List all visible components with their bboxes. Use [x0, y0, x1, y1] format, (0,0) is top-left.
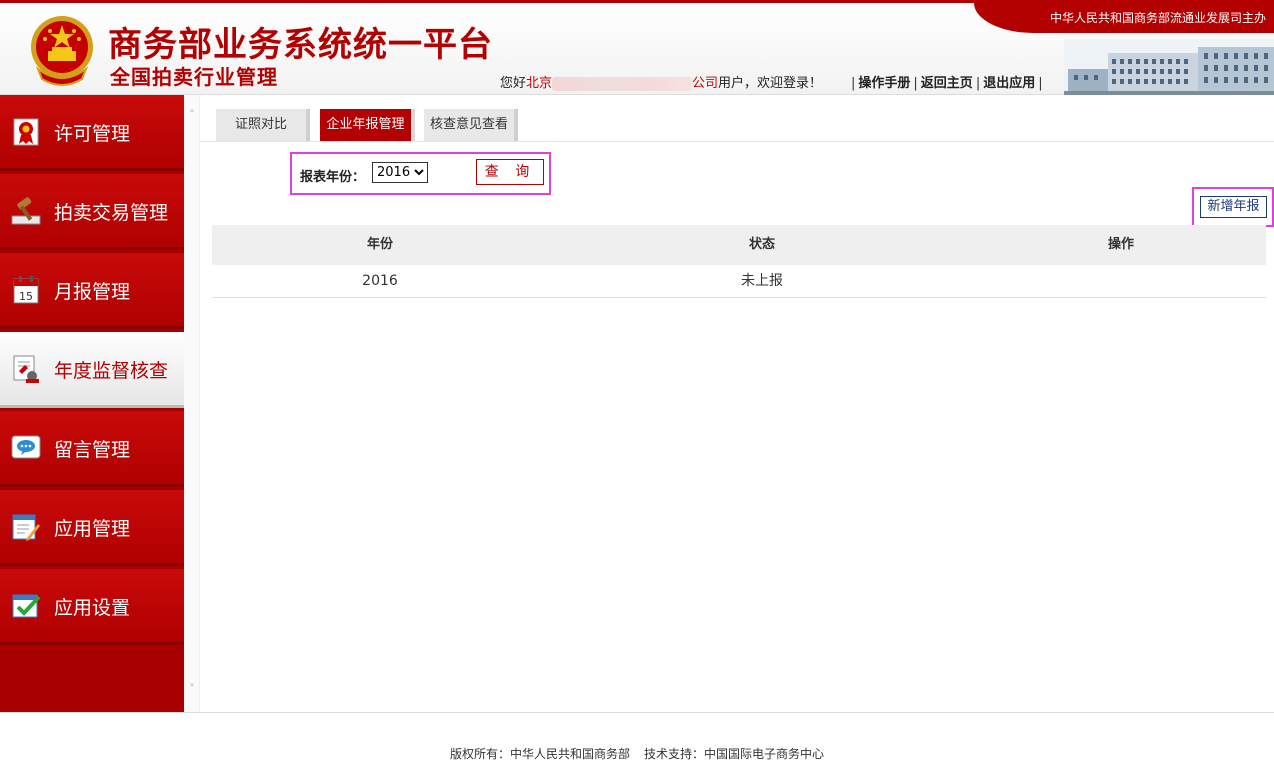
column-header-year: 年份 — [366, 237, 393, 252]
copyright-text: 版权所有：中华人民共和国商务部 — [449, 747, 630, 761]
checklist-icon — [12, 594, 41, 618]
tab-annual-report[interactable]: 企业年报管理 — [320, 109, 415, 141]
sidebar-item-annual-inspection[interactable]: 年度监督核查 — [0, 332, 184, 408]
company-name-start: 北京 — [526, 76, 553, 91]
report-year-select[interactable]: 2016 — [372, 162, 428, 183]
sidebar-item-app-settings[interactable]: 应用设置 — [0, 569, 184, 645]
calendar-icon: 15 — [13, 276, 39, 304]
redacted-company-name — [552, 76, 693, 91]
table-header: 年份 状态 操作 — [212, 225, 1266, 265]
cell-action — [976, 265, 1266, 298]
svg-text:15: 15 — [19, 290, 33, 303]
top-links: | 操作手册 | 返回主页 | 退出应用 | — [851, 76, 1043, 91]
report-year-label: 报表年份： — [300, 170, 366, 185]
logout-link[interactable]: 退出应用 — [983, 76, 1035, 91]
column-header-status: 状态 — [748, 237, 775, 252]
gavel-icon — [11, 197, 41, 225]
tab-bar: 证照对比 企业年报管理 核查意见查看 — [200, 109, 1274, 142]
sidebar: 许可管理 拍卖交易管理 15 月报管理 年度监督核查 留言管理 应用管理 应用设… — [0, 95, 184, 712]
sponsor-text: 中华人民共和国商务部流通业发展司主办 — [1049, 11, 1266, 25]
message-icon — [11, 435, 41, 459]
page-title: 商务部业务系统统一平台 — [108, 25, 493, 65]
certificate-icon — [13, 118, 39, 146]
sidebar-item-monthly-report[interactable]: 15 月报管理 — [0, 253, 184, 329]
manual-link[interactable]: 操作手册 — [858, 76, 910, 91]
sidebar-item-label: 应用设置 — [54, 597, 131, 619]
sponsor-bar: 中华人民共和国商务部流通业发展司主办 — [974, 3, 1274, 33]
page-footer: 版权所有：中华人民共和国商务部 技术支持：中国国际电子商务中心 — [0, 745, 1274, 762]
inspection-icon — [13, 355, 39, 383]
query-panel: 报表年份： 2016 查 询 — [290, 152, 551, 195]
column-header-action: 操作 — [1107, 237, 1134, 252]
query-button[interactable]: 查 询 — [476, 159, 544, 185]
table-row: 2016 未上报 — [212, 265, 1266, 298]
ministry-building-image — [1064, 39, 1274, 97]
annual-report-table: 年份 状态 操作 2016 未上报 — [212, 225, 1266, 298]
sidebar-item-label: 月报管理 — [54, 281, 131, 303]
sidebar-item-auction-trade[interactable]: 拍卖交易管理 — [0, 174, 184, 250]
sidebar-item-license[interactable]: 许可管理 — [0, 95, 184, 171]
add-report-panel: 新增年报 — [1192, 187, 1274, 227]
national-emblem-icon — [31, 16, 93, 86]
add-annual-report-button[interactable]: 新增年报 — [1200, 196, 1267, 218]
sidebar-item-label: 拍卖交易管理 — [54, 202, 169, 224]
cell-status: 未上报 — [741, 273, 783, 289]
main-content: 证照对比 企业年报管理 核查意见查看 报表年份： 2016 查 询 新增年报 年… — [200, 95, 1274, 712]
sidebar-item-label: 应用管理 — [54, 518, 131, 540]
sidebar-scrollbar[interactable]: ˄ ˅ — [184, 95, 200, 712]
company-name-end: 公司 — [692, 76, 719, 91]
sidebar-item-app-management[interactable]: 应用管理 — [0, 490, 184, 566]
tab-license-compare[interactable]: 证照对比 — [216, 109, 310, 141]
welcome-suffix: 用户，欢迎登录！ — [718, 76, 823, 91]
chevron-down-icon[interactable]: ˅ — [186, 683, 198, 695]
welcome-prefix: 您好 — [500, 76, 527, 91]
edit-icon — [12, 514, 40, 541]
sidebar-item-label: 许可管理 — [54, 123, 131, 145]
chevron-up-icon[interactable]: ˄ — [186, 109, 198, 121]
footer-divider — [0, 712, 1274, 713]
sidebar-item-label: 年度监督核查 — [54, 360, 169, 382]
sidebar-item-messages[interactable]: 留言管理 — [0, 411, 184, 487]
tab-inspection-opinion[interactable]: 核查意见查看 — [424, 109, 518, 141]
support-text: 技术支持：中国国际电子商务中心 — [644, 747, 825, 761]
cell-year: 2016 — [362, 273, 398, 289]
welcome-message: 您好北京 公司用户，欢迎登录！ — [500, 72, 822, 91]
app-root: 中华人民共和国商务部流通业发展司主办 商务部业务系统统一平台 全国拍卖行业管理 … — [0, 0, 1274, 770]
sidebar-item-label: 留言管理 — [54, 439, 131, 461]
page-subtitle: 全国拍卖行业管理 — [110, 65, 278, 89]
home-link[interactable]: 返回主页 — [921, 76, 973, 91]
page-header: 中华人民共和国商务部流通业发展司主办 商务部业务系统统一平台 全国拍卖行业管理 … — [0, 0, 1274, 97]
